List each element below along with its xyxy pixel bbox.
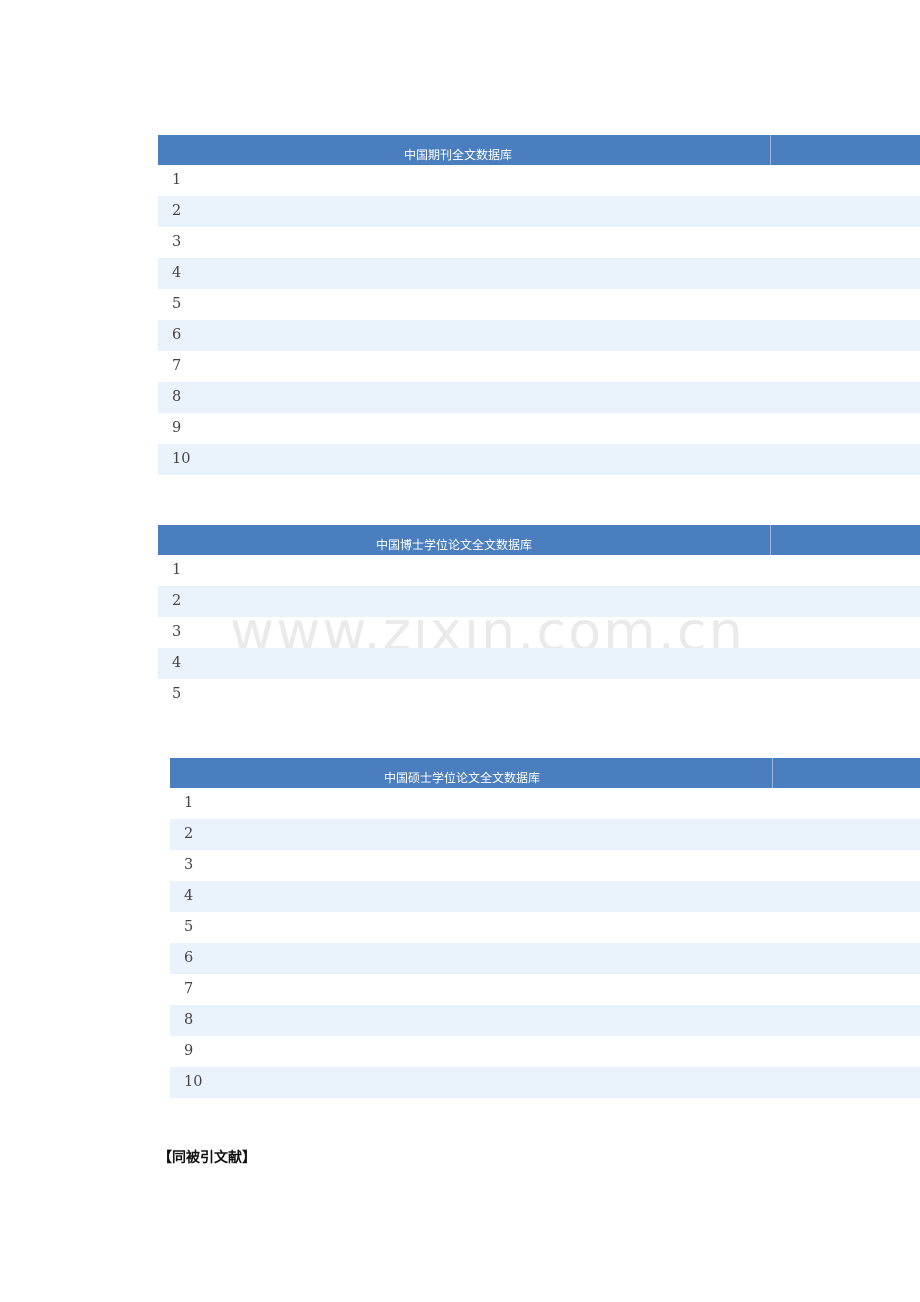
row-number: 7 (184, 981, 194, 997)
row-number: 10 (172, 451, 191, 467)
table-row: 3董秀华;市场准入与高校专业认证制度研究[D];华东师范大学;2004 年 (158, 617, 920, 648)
header-divider (770, 525, 771, 555)
section-heading-co-cited: 【同被引文献】 (158, 1150, 256, 1166)
row-number: 3 (172, 624, 182, 640)
row-number: 4 (184, 888, 194, 904)
row-number: 6 (172, 327, 182, 343)
table-row: 10姚海鹰;高等教育管理制度创新[J];大学教育科学;2005 年 01 期 (158, 444, 920, 475)
row-number: 3 (184, 857, 194, 873)
table-row: 2闫春梅;关于教育创新的理论探讨[D];曲阜师范大学;2000 年 (170, 819, 920, 850)
row-number: 1 (184, 795, 194, 811)
row-number: 5 (184, 919, 194, 935)
table-row: 9刘志文;论高等教育制度创新的模式选择[J];江苏高教;2004 年 02 期 (158, 413, 920, 444)
table-row: 5林荣日;论我国研究生教育创新体系建设面临的主要矛盾[J];国家教育行政学院学报… (158, 289, 920, 320)
row-number: 5 (172, 296, 182, 312)
row-number: 3 (172, 234, 182, 250)
row-number: 4 (172, 265, 182, 281)
table-row: 2毛亚庆;论市场竞争下的大学发展战略[J];北京师范大学学报(社会科学版);20… (158, 196, 920, 227)
table-title: 中国期刊全文数据库 (404, 148, 513, 162)
row-number: 5 (172, 686, 182, 702)
table-row: 8赵一标;知识管理与大学核心竞争力提升[D];苏州大学;2004 年 (170, 1005, 920, 1036)
table-row: 3曹安照,徐荣;从制度变迁视角看我国教育制度创新[J];高等农业教育;2005 … (158, 227, 920, 258)
row-number: 2 (172, 593, 182, 609)
row-number: 7 (172, 358, 182, 374)
row-number: 8 (172, 389, 182, 405)
table-header: 中国博士学位论文全文数据库 (158, 525, 920, 555)
row-number: 1 (172, 172, 182, 188)
reference-table-doctoral: 中国博士学位论文全文数据库 1康永久;教育制度的生成与变革——新制度教育学论纲[D… (158, 525, 920, 710)
table-row: 4吴巨慧;研究生创新能力培养的过程要素及整合的研究[D];浙江大学;2003 年 (170, 881, 920, 912)
table-row: 5宋爱忠;当下中国知识型失业透视——以高校毕业生就业难为例[D];广西师范大学;… (170, 912, 920, 943)
row-number: 9 (184, 1043, 194, 1059)
table-title: 中国硕士学位论文全文数据库 (384, 771, 541, 785)
row-number: 2 (184, 826, 194, 842)
table-row: 5杨秀芹;教育资源利用效率与教育制度安排[D];华中师范大学;2006 年 (158, 679, 920, 710)
table-row: 7王刚;探析 21 世纪中国高校深化改革之关键[J];黑龙江高教研究;2004 … (158, 351, 920, 382)
table-row: 8贺武华;教育制度变迁与我国高等教育发展——新制度经济学视角[J];开放教育研究… (158, 382, 920, 413)
row-number: 9 (172, 420, 182, 436)
table-row: 1陈海东;高校制度创新对科技创新推动作用研究[D];合肥工业大学;2007 年 (170, 788, 920, 819)
reference-table-masters: 中国硕士学位论文全文数据库 1陈海东;高校制度创新对科技创新推动作用研究[D];合… (170, 758, 920, 1098)
row-number: 6 (184, 950, 194, 966)
table-row: 10任柯;“知识失业”的经济学分析[D];西安理工大学;2006 年 (170, 1067, 920, 1098)
row-number: 8 (184, 1012, 194, 1028)
table-row: 7贺武华;高等教育发展的制度变迁理论解释[D];广西师范大学;2004 年 (170, 974, 920, 1005)
row-number: 4 (172, 655, 182, 671)
table-header: 中国硕士学位论文全文数据库 (170, 758, 920, 788)
row-number: 10 (184, 1074, 203, 1090)
table-row: 1康永久;教育制度的生成与变革——新制度教育学论纲[D];华中师范大学;2001… (158, 555, 920, 586)
table-row: 3欧永美;从单位制到契约制的高教制度变迁研究——以广西高校为例[D];广西师范大… (170, 850, 920, 881)
reference-table-journal: 中国期刊全文数据库 1阎守轩;论创新教育:缘起.关键.出路[J];辽宁师范大学学报… (158, 135, 920, 475)
table-row: 2宁本涛;经济学视野中的学校经营及其发展模式研究[D];华东师范大学;2003 … (158, 586, 920, 617)
table-row: 9陈件辉;我国高等教育管理体制改革研究[D];四川师范大学;2005 年 (170, 1036, 920, 1067)
header-divider (772, 758, 773, 788)
table-row: 6焦海涛;毛泽东邓小平教育思想比较研究[D];西北工业大学;2004 年 (170, 943, 920, 974)
header-divider (770, 135, 771, 165)
table-row: 1阎守轩;论创新教育:缘起.关键.出路[J];辽宁师范大学学报(社会科学版);2… (158, 165, 920, 196)
table-row: 4阳荣威;高等学校专业设置与调控研究[D];华东师范大学;2006 年 (158, 648, 920, 679)
table-title: 中国博士学位论文全文数据库 (376, 538, 533, 552)
table-row: 6吴子恺;明确培养目标 探索创新教育[J];广西大学学报(哲学社会科学版);19… (158, 320, 920, 351)
table-header: 中国期刊全文数据库 (158, 135, 920, 165)
table-row: 4梁北汉;;论地方高等教育的跨越式发展[J];高教探索;2007 年 02 期 (158, 258, 920, 289)
row-number: 1 (172, 562, 182, 578)
row-number: 2 (172, 203, 182, 219)
